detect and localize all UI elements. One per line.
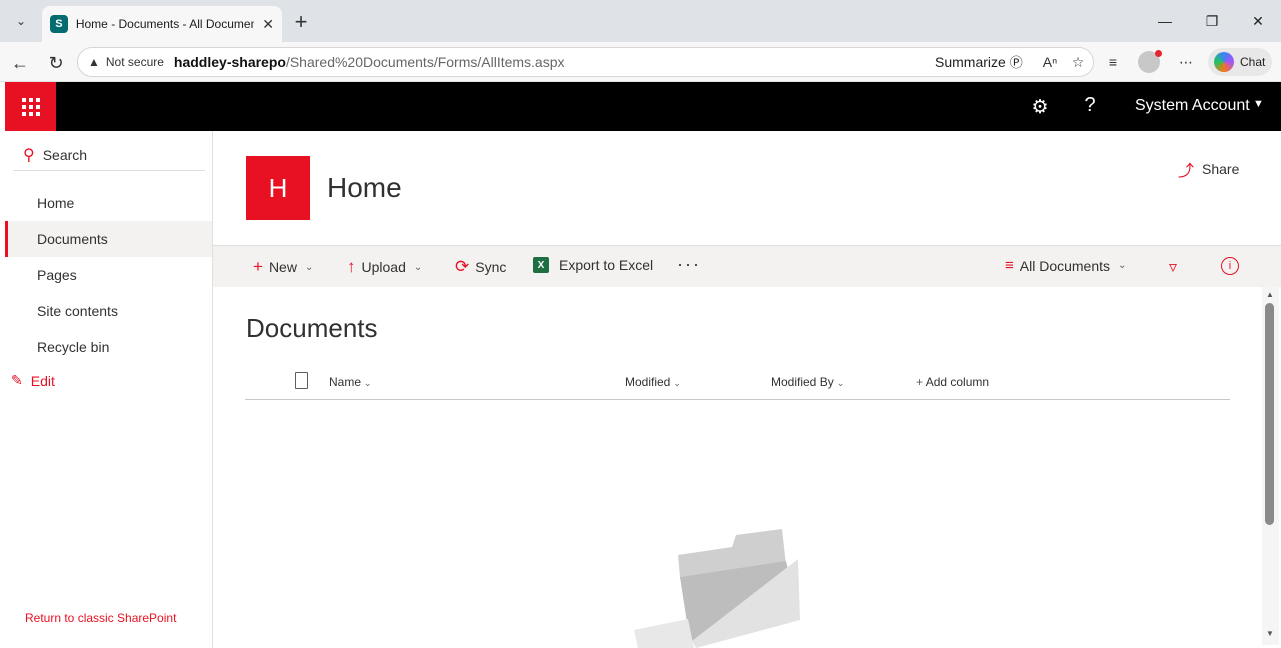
view-label: All Documents bbox=[1019, 257, 1111, 274]
new-button[interactable]: + New ⌄ bbox=[253, 257, 313, 277]
back-button[interactable]: ← bbox=[6, 49, 34, 77]
favorites-list-icon[interactable]: ≡ bbox=[1101, 51, 1125, 73]
search-box[interactable]: ⚲ Search bbox=[13, 139, 205, 171]
vertical-scrollbar[interactable]: ▲ ▼ bbox=[1262, 287, 1279, 645]
return-to-classic-link[interactable]: Return to classic SharePoint bbox=[25, 611, 176, 625]
minimize-window-button[interactable]: — bbox=[1145, 8, 1185, 34]
site-logo[interactable]: H bbox=[246, 156, 310, 220]
suite-bar: ⚙ ? System Account ▼ bbox=[5, 82, 1281, 131]
library-title: Documents bbox=[246, 313, 378, 343]
scroll-up-icon[interactable]: ▲ bbox=[1265, 290, 1275, 299]
sync-button[interactable]: ⟳ Sync bbox=[455, 257, 506, 277]
add-column-label: Add column bbox=[925, 375, 990, 389]
app-launcher-button[interactable] bbox=[5, 82, 56, 131]
tab-title: Home - Documents - All Documents bbox=[75, 17, 255, 31]
sync-label: Sync bbox=[475, 259, 507, 275]
browser-tab-active[interactable]: S Home - Documents - All Documents ✕ bbox=[42, 6, 282, 42]
sharepoint-favicon-icon: S bbox=[50, 15, 68, 33]
more-commands-icon[interactable]: ··· bbox=[677, 254, 701, 275]
notification-dot bbox=[1155, 50, 1162, 57]
edit-label: Edit bbox=[30, 372, 55, 389]
pencil-icon: ✎ bbox=[11, 372, 23, 388]
copilot-summarize-icon: Ⓟ bbox=[1009, 55, 1023, 70]
excel-icon: X bbox=[533, 257, 549, 273]
account-name[interactable]: System Account bbox=[1135, 97, 1250, 115]
add-column-button[interactable]: + Add column bbox=[916, 375, 989, 389]
tab-actions-menu-button[interactable]: ⌄ bbox=[6, 7, 36, 35]
upload-button[interactable]: ↑ Upload ⌄ bbox=[347, 257, 422, 277]
nav-item-documents[interactable]: Documents bbox=[5, 221, 212, 257]
more-options-icon[interactable]: ⋯ bbox=[1174, 51, 1198, 73]
waffle-icon bbox=[21, 97, 40, 116]
nav-item-recycle-bin[interactable]: Recycle bin bbox=[5, 329, 212, 365]
plus-icon: + bbox=[253, 257, 263, 276]
upload-label: Upload bbox=[361, 259, 406, 275]
new-tab-button[interactable]: + bbox=[288, 9, 314, 35]
caret-down-icon[interactable]: ▼ bbox=[1253, 98, 1264, 110]
column-header-row: Name ⌄ Modified ⌄ Modified By ⌄ + Add colum… bbox=[245, 366, 1230, 400]
scroll-thumb[interactable] bbox=[1265, 303, 1274, 525]
chevron-down-icon: ⌄ bbox=[836, 378, 845, 388]
site-title[interactable]: Home bbox=[327, 172, 402, 204]
favorite-star-icon[interactable]: ☆ bbox=[1066, 51, 1090, 73]
settings-gear-icon[interactable]: ⚙ bbox=[1025, 94, 1055, 120]
view-switcher[interactable]: ≡ All Documents ⌄ bbox=[1005, 257, 1126, 274]
share-icon: ⤴ bbox=[1178, 163, 1195, 180]
close-window-button[interactable]: ✕ bbox=[1238, 8, 1278, 34]
file-type-icon[interactable] bbox=[295, 372, 308, 389]
left-navigation: ⚲ Search Home Documents Pages Site conte… bbox=[5, 131, 213, 648]
filter-icon[interactable]: ▿ bbox=[1169, 257, 1177, 277]
chevron-down-icon: ⌄ bbox=[15, 14, 27, 28]
plus-icon: + bbox=[916, 375, 924, 389]
nav-item-site-contents[interactable]: Site contents bbox=[5, 293, 212, 329]
search-placeholder: Search bbox=[42, 146, 88, 163]
restore-window-button[interactable]: ❐ bbox=[1192, 8, 1232, 34]
refresh-button[interactable]: ↻ bbox=[42, 49, 70, 77]
nav-item-pages[interactable]: Pages bbox=[5, 257, 212, 293]
browser-tab-bar: ⌄ S Home - Documents - All Documents ✕ +… bbox=[0, 0, 1281, 42]
url-host: haddley-sharepo bbox=[173, 54, 286, 70]
upload-arrow-icon: ↑ bbox=[347, 257, 356, 276]
share-label: Share bbox=[1202, 161, 1240, 177]
close-tab-icon[interactable]: ✕ bbox=[262, 16, 274, 33]
read-aloud-icon[interactable]: Aⁿ bbox=[1038, 51, 1062, 73]
chevron-down-icon: ⌄ bbox=[413, 261, 423, 273]
browser-toolbar: ← ↻ ▲ Not secure haddley-sharepo /Shared… bbox=[0, 42, 1281, 82]
chevron-down-icon: ⌄ bbox=[304, 261, 314, 273]
chevron-down-icon: ⌄ bbox=[673, 378, 681, 388]
chat-label: Chat bbox=[1240, 55, 1266, 69]
export-label: Export to Excel bbox=[559, 257, 654, 273]
command-bar: + New ⌄ ↑ Upload ⌄ ⟳ Sync X Export to Ex… bbox=[213, 245, 1281, 287]
chevron-down-icon: ⌄ bbox=[364, 378, 372, 388]
column-name-label: Name bbox=[329, 375, 362, 389]
chevron-down-icon: ⌄ bbox=[1118, 260, 1127, 271]
empty-folder-illustration bbox=[634, 529, 800, 648]
copilot-chat-button[interactable]: Chat bbox=[1208, 48, 1272, 76]
security-label[interactable]: Not secure bbox=[106, 55, 164, 69]
column-modified-label: Modified bbox=[625, 375, 671, 389]
copilot-icon bbox=[1214, 52, 1234, 72]
url-path: /Shared%20Documents/Forms/AllItems.aspx bbox=[285, 54, 565, 70]
summarize-label: Summarize bbox=[935, 54, 1006, 70]
warning-triangle-icon[interactable]: ▲ bbox=[88, 55, 100, 69]
search-icon: ⚲ bbox=[23, 146, 35, 164]
help-icon[interactable]: ? bbox=[1075, 92, 1105, 118]
column-name[interactable]: Name ⌄ bbox=[329, 375, 372, 389]
column-modified-by[interactable]: Modified By ⌄ bbox=[771, 375, 844, 389]
column-modified[interactable]: Modified ⌄ bbox=[625, 375, 681, 389]
new-label: New bbox=[268, 259, 297, 275]
edit-nav-link[interactable]: ✎ Edit bbox=[11, 372, 55, 389]
info-icon[interactable]: i bbox=[1221, 257, 1239, 275]
view-list-icon: ≡ bbox=[1005, 257, 1014, 274]
summarize-button[interactable]: Summarize Ⓟ bbox=[935, 52, 1023, 71]
export-to-excel-button[interactable]: X Export to Excel bbox=[533, 257, 653, 273]
nav-item-home[interactable]: Home bbox=[5, 185, 212, 221]
sync-icon: ⟳ bbox=[455, 257, 470, 276]
share-button[interactable]: ⤴ Share bbox=[1178, 157, 1239, 181]
scroll-down-icon[interactable]: ▼ bbox=[1265, 629, 1275, 638]
column-modified-by-label: Modified By bbox=[771, 375, 834, 389]
